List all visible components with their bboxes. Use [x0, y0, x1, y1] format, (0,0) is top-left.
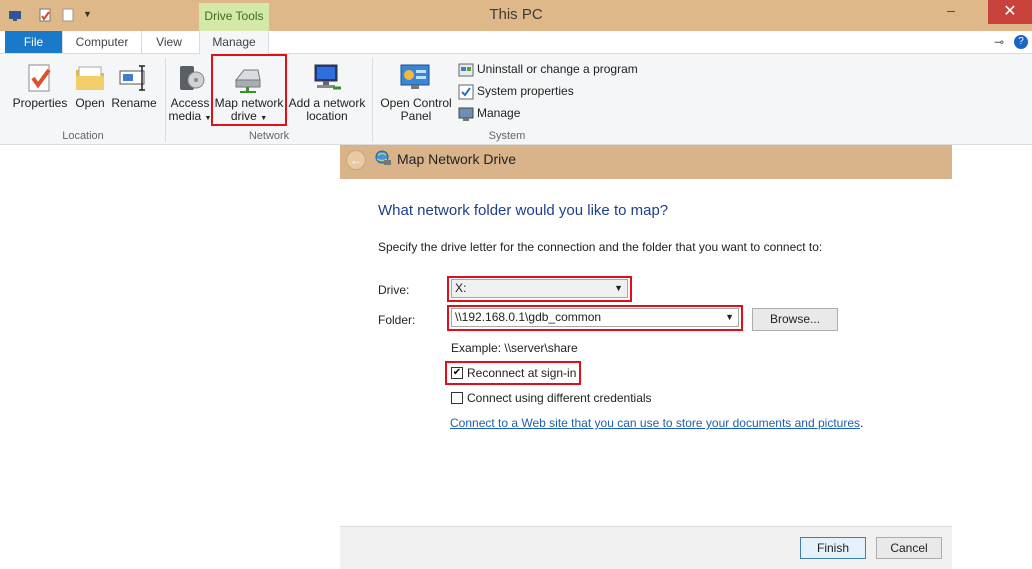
help-icon[interactable]: ?	[1014, 35, 1028, 49]
browse-button[interactable]: Browse...	[752, 308, 838, 331]
credentials-checkbox[interactable]	[451, 392, 463, 404]
rename-button[interactable]	[118, 62, 150, 94]
drive-select-value: X:	[455, 281, 467, 295]
chevron-down-icon[interactable]: ▼	[725, 309, 734, 326]
tab-view[interactable]: View	[141, 31, 197, 53]
close-button[interactable]: ✕	[988, 0, 1032, 24]
manage-button[interactable]: Manage	[458, 106, 520, 122]
tab-file[interactable]: File	[5, 31, 62, 53]
pin-ribbon-icon[interactable]: ⊸	[994, 35, 1004, 49]
reconnect-label[interactable]: Reconnect at sign-in	[467, 366, 576, 380]
network-location-icon	[311, 62, 343, 94]
credentials-label[interactable]: Connect using different credentials	[467, 391, 652, 405]
network-globe-icon	[375, 150, 392, 167]
open-control-panel-label: Open Control Panel	[376, 97, 456, 123]
properties-label: Properties	[12, 96, 68, 110]
system-properties-label: System properties	[477, 84, 574, 99]
drive-label: Drive:	[378, 283, 410, 297]
finish-button[interactable]: Finish	[800, 537, 866, 559]
network-drive-icon	[232, 62, 264, 94]
properties-button[interactable]	[24, 62, 56, 94]
access-media-line2-text: media	[168, 109, 202, 123]
tab-computer[interactable]: Computer	[62, 31, 142, 53]
map-network-drive-button[interactable]	[232, 62, 264, 94]
open-folder-icon	[74, 62, 106, 94]
media-server-icon	[174, 62, 206, 94]
map-network-drive-label: Map network drive ▼	[212, 97, 286, 125]
add-location-line2: location	[306, 109, 348, 123]
cancel-button[interactable]: Cancel	[876, 537, 942, 559]
open-label: Open	[75, 96, 105, 110]
dropdown-arrow-icon: ▼	[260, 115, 268, 122]
map-drive-line2-text: drive	[230, 109, 257, 123]
open-control-panel-button[interactable]	[399, 62, 431, 94]
access-media-button[interactable]	[174, 62, 206, 94]
rename-icon	[118, 62, 150, 94]
open-cp-line2: Panel	[400, 109, 432, 123]
chevron-down-icon: ▼	[614, 283, 623, 293]
rename-label: Rename	[111, 96, 157, 110]
drive-select[interactable]: X: ▼	[451, 279, 628, 298]
network-group-label: Network	[248, 130, 290, 142]
manage-label: Manage	[477, 106, 521, 121]
uninstall-program-label: Uninstall or change a program	[477, 62, 638, 77]
back-arrow-icon[interactable]: ←	[346, 150, 366, 170]
properties-icon	[24, 62, 56, 94]
add-network-location-label: Add a network location	[287, 97, 367, 123]
folder-label: Folder:	[378, 313, 416, 327]
minimize-button[interactable]: –	[936, 2, 966, 24]
example-text: Example: \\server\share	[451, 341, 578, 355]
folder-input[interactable]: \\192.168.0.1\gdb_common ▼	[451, 308, 739, 327]
dialog-heading: What network folder would you like to ma…	[378, 202, 669, 219]
dialog-title: Map Network Drive	[397, 151, 517, 167]
access-media-line2: media ▼	[168, 110, 212, 125]
folder-input-value: \\192.168.0.1\gdb_common	[455, 310, 602, 324]
access-media-label: Access media ▼	[168, 97, 212, 125]
control-panel-icon	[399, 62, 431, 94]
tab-manage[interactable]: Manage	[199, 31, 269, 54]
location-group-label: Location	[62, 130, 104, 142]
open-button[interactable]	[74, 62, 106, 94]
reconnect-checkbox[interactable]: ✔	[451, 367, 463, 379]
system-properties-button[interactable]: System properties	[458, 84, 574, 100]
uninstall-program-button[interactable]: Uninstall or change a program	[458, 62, 638, 78]
system-properties-icon	[458, 84, 474, 100]
dialog-description: Specify the drive letter for the connect…	[378, 240, 823, 254]
web-link-period: .	[860, 416, 864, 430]
computer-management-icon	[458, 106, 474, 122]
system-group-label: System	[488, 130, 526, 142]
window-title: This PC	[489, 6, 543, 23]
add-network-location-button[interactable]	[311, 62, 343, 94]
web-site-link[interactable]: Connect to a Web site that you can use t…	[450, 416, 860, 430]
map-drive-line2: drive ▼	[212, 110, 286, 125]
programs-icon	[458, 62, 474, 78]
